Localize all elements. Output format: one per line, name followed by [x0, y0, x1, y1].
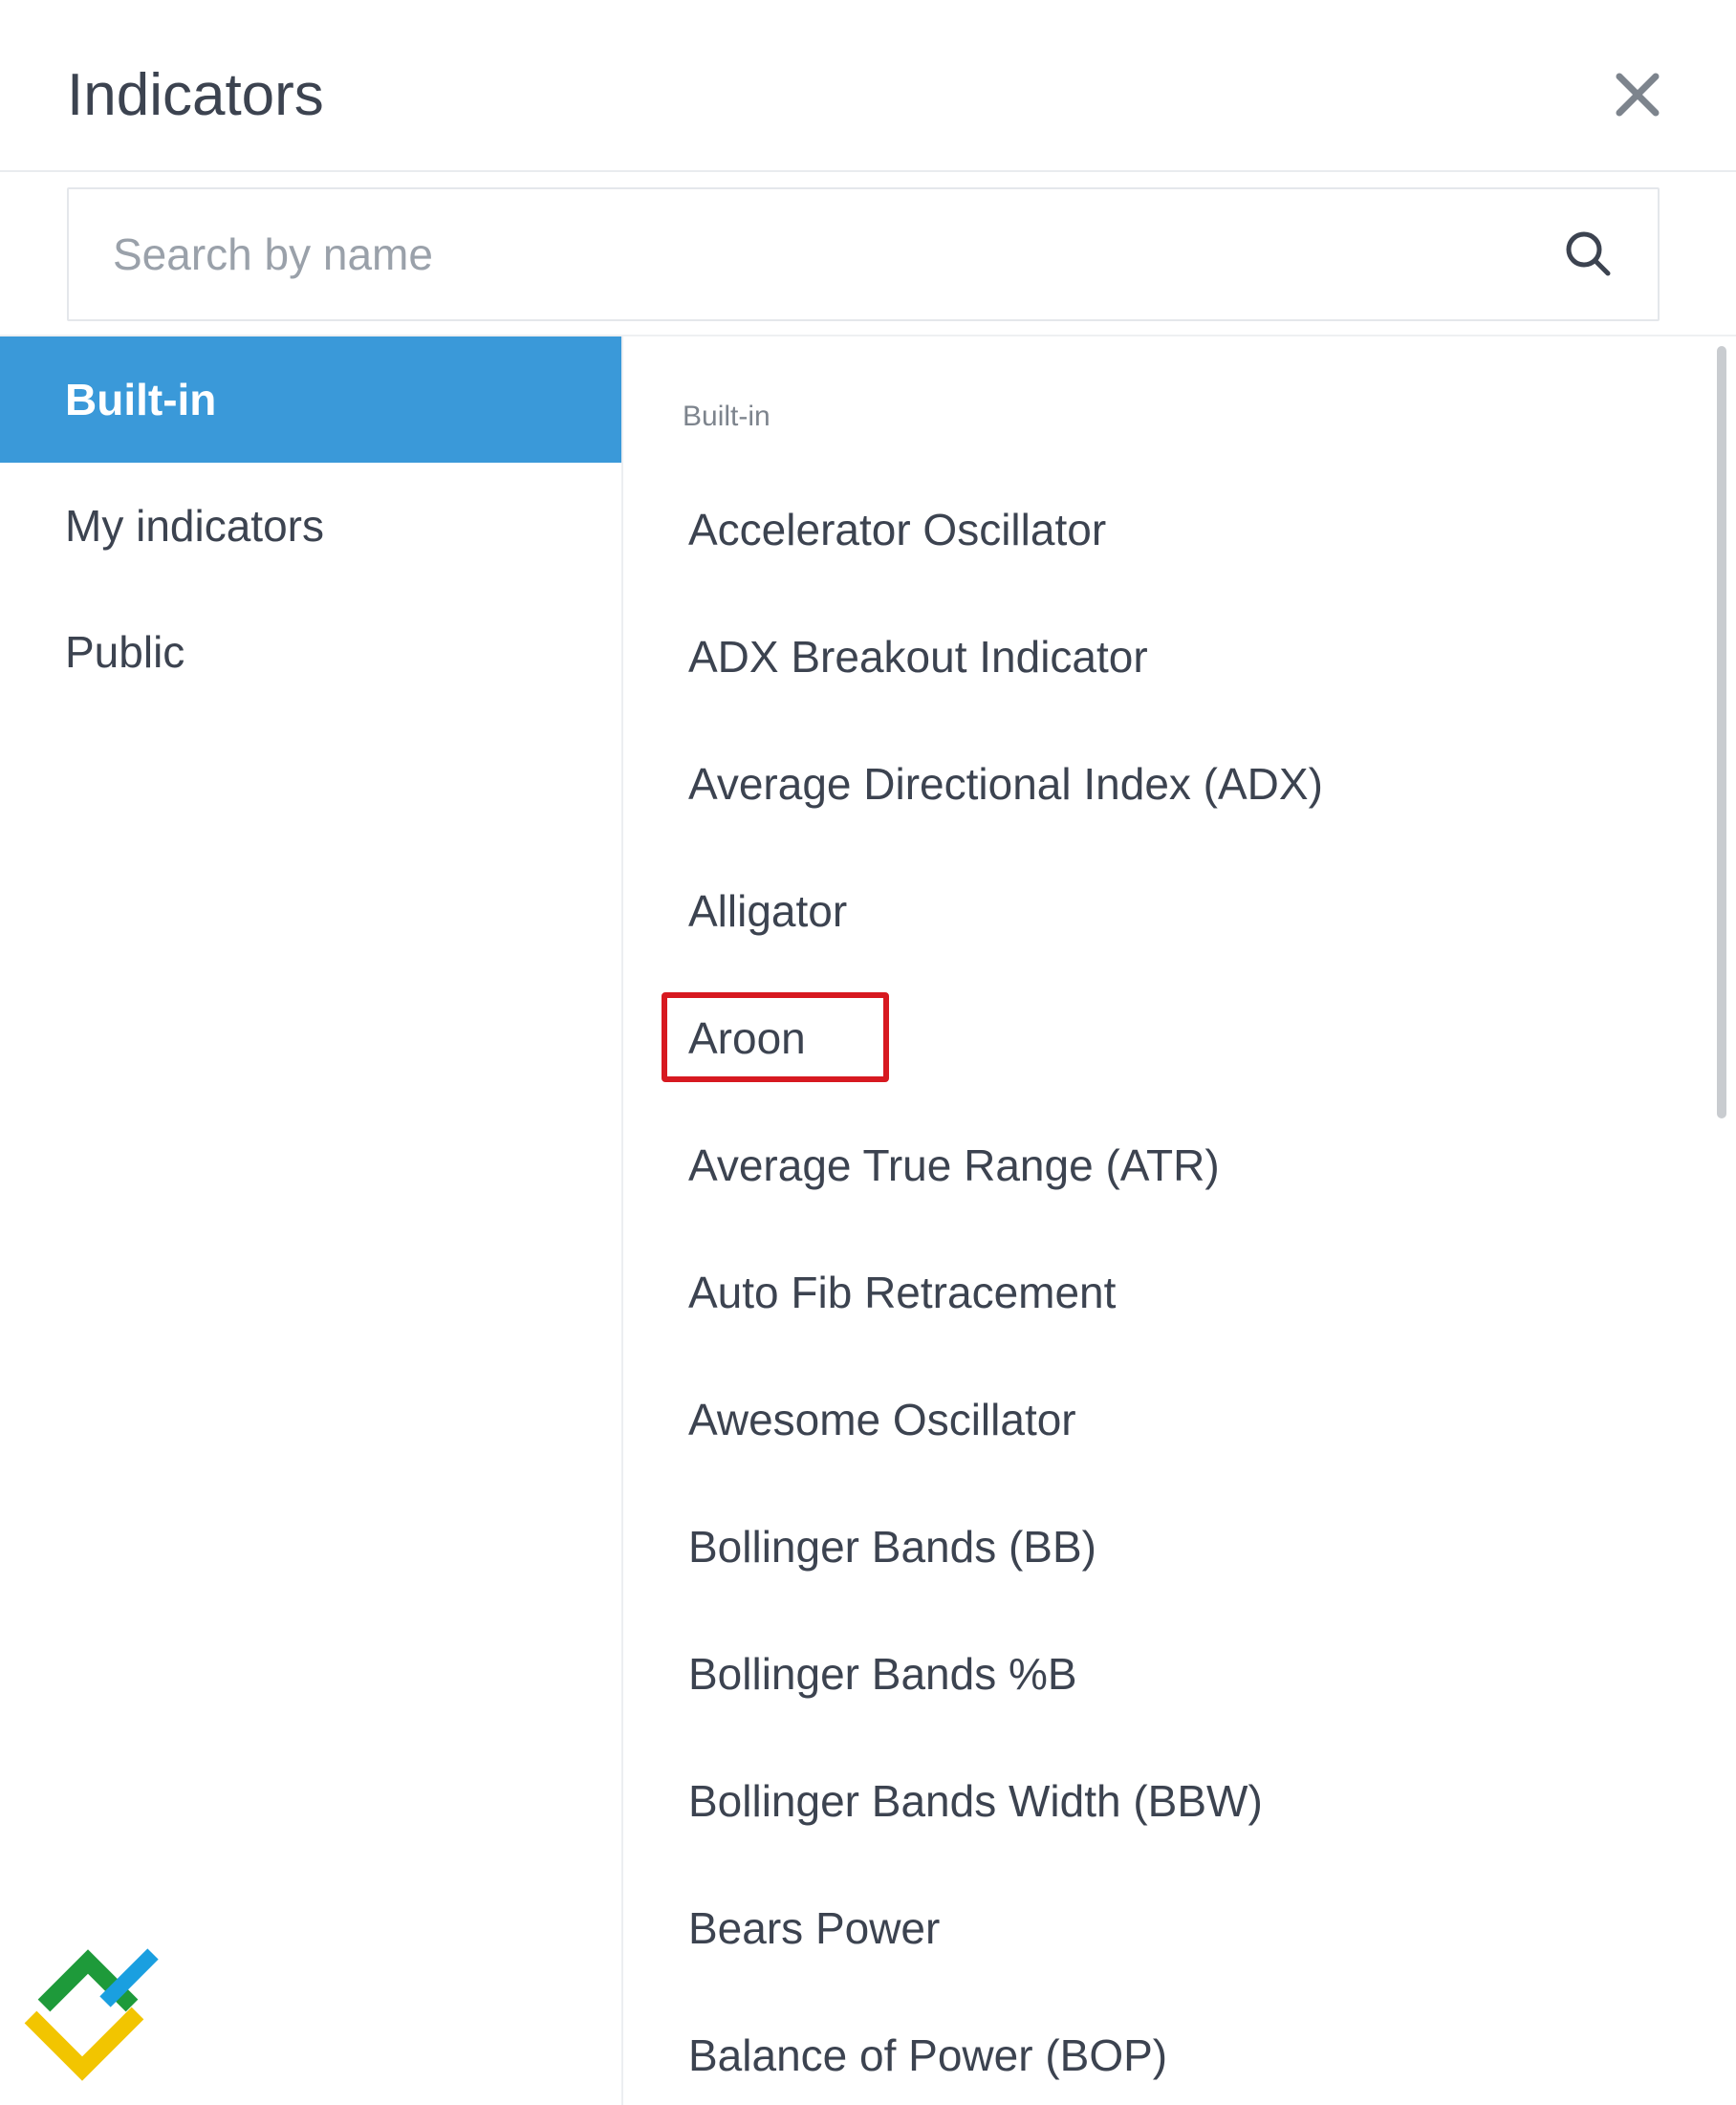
- sidebar-item-label: My indicators: [65, 501, 324, 551]
- list-item[interactable]: ADX Breakout Indicator: [688, 618, 1148, 695]
- dialog-title: Indicators: [67, 62, 324, 128]
- search-icon[interactable]: [1560, 226, 1617, 283]
- list-item[interactable]: Accelerator Oscillator: [688, 491, 1106, 568]
- sidebar-item-built-in[interactable]: Built-in: [0, 336, 621, 463]
- list-item[interactable]: Average Directional Index (ADX): [688, 746, 1323, 822]
- close-icon: [1616, 73, 1660, 117]
- dialog-header: Indicators: [0, 0, 1736, 172]
- list-item[interactable]: Awesome Oscillator: [688, 1381, 1076, 1458]
- indicator-list: Built-in Accelerator Oscillator ADX Brea…: [623, 336, 1736, 2105]
- list-item[interactable]: Alligator: [688, 873, 847, 949]
- search-box: [67, 187, 1660, 321]
- close-button[interactable]: [1602, 59, 1673, 130]
- list-item[interactable]: Balance of Power (BOP): [688, 2017, 1167, 2094]
- sidebar-item-label: Built-in: [65, 375, 217, 424]
- sidebar-item-public[interactable]: Public: [0, 589, 621, 715]
- list-item[interactable]: Bollinger Bands %B: [688, 1636, 1077, 1712]
- scrollbar[interactable]: [1717, 340, 1730, 2105]
- list-item-aroon[interactable]: Aroon: [688, 1000, 806, 1076]
- section-label: Built-in: [683, 401, 770, 432]
- list-item[interactable]: Auto Fib Retracement: [688, 1254, 1116, 1331]
- list-item[interactable]: Bears Power: [688, 1890, 940, 1966]
- category-sidebar: Built-in My indicators Public: [0, 336, 623, 2105]
- scrollbar-thumb[interactable]: [1717, 346, 1726, 1118]
- search-input[interactable]: [113, 189, 1528, 319]
- list-item[interactable]: Bollinger Bands Width (BBW): [688, 1763, 1263, 1839]
- indicators-dialog: Indicators Built-in My indicators Public…: [0, 0, 1736, 2105]
- list-item[interactable]: Bollinger Bands (BB): [688, 1508, 1096, 1585]
- sidebar-item-label: Public: [65, 627, 185, 677]
- list-item[interactable]: Average True Range (ATR): [688, 1127, 1220, 1204]
- brand-logo-icon: [24, 1948, 159, 2081]
- sidebar-item-my-indicators[interactable]: My indicators: [0, 463, 621, 589]
